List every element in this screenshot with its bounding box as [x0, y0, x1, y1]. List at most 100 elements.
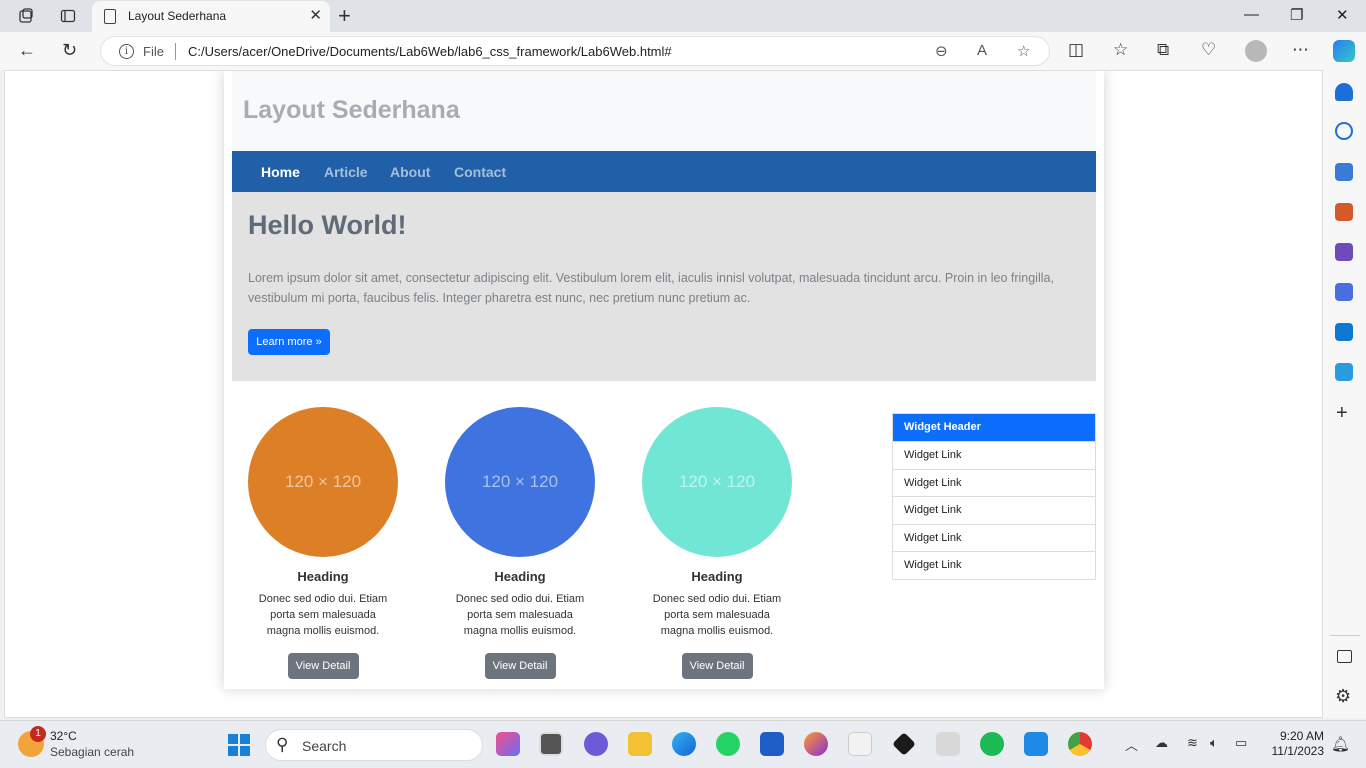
games-icon[interactable] — [1335, 243, 1353, 261]
back-icon[interactable]: ← — [18, 40, 36, 61]
edge-icon[interactable] — [672, 732, 696, 756]
chat-icon[interactable] — [584, 732, 608, 756]
start-windows-icon[interactable] — [228, 734, 250, 756]
card-heading: Heading — [297, 569, 349, 584]
card-text: Donec sed odio dui. Etiam porta sem male… — [652, 593, 782, 637]
collections-icon[interactable]: ⧉ — [1157, 40, 1169, 60]
shopping-icon[interactable] — [1335, 163, 1353, 181]
placeholder-image: 120 × 120 — [248, 407, 398, 557]
add-icon[interactable]: + — [1336, 402, 1348, 425]
copilot-taskbar-icon[interactable] — [496, 732, 520, 756]
minimize-icon[interactable]: — — [1244, 6, 1259, 23]
info-icon[interactable]: i — [119, 44, 134, 59]
scheme-label: File — [143, 44, 164, 59]
browser-sidebar: + ⚙ — [1323, 70, 1366, 718]
profile-avatar[interactable] — [1245, 40, 1267, 62]
vscode-icon[interactable] — [1024, 732, 1048, 756]
onedrive-icon[interactable]: ☁ — [1155, 735, 1168, 751]
file-explorer-icon[interactable] — [628, 732, 652, 756]
widget-link[interactable]: Widget Link — [893, 551, 1095, 579]
workspaces-icon[interactable] — [16, 6, 36, 26]
settings-gear-icon[interactable]: ⚙ — [1335, 686, 1351, 707]
learn-more-button[interactable]: Learn more » — [248, 329, 330, 355]
favorites-icon[interactable]: ☆ — [1113, 40, 1128, 60]
search-icon[interactable] — [1335, 122, 1353, 140]
amazon-icon[interactable] — [848, 732, 872, 756]
weather-badge: 1 — [30, 726, 46, 742]
restore-icon[interactable]: ❐ — [1290, 6, 1303, 24]
site-header: Layout Sederhana — [232, 71, 1096, 151]
placeholder-image: 120 × 120 — [445, 407, 595, 557]
main-navbar: Home Article About Contact — [232, 151, 1096, 192]
volume-icon[interactable]: 🔈︎ — [1210, 735, 1218, 751]
browser-tab[interactable]: Layout Sederhana ✕ — [92, 1, 330, 32]
clock[interactable]: 9:20 AM 11/1/2023 — [1268, 729, 1325, 759]
page-container: Layout Sederhana Home Article About Cont… — [224, 71, 1104, 689]
view-detail-button[interactable]: View Detail — [287, 653, 359, 679]
card-text: Donec sed odio dui. Etiam porta sem male… — [455, 593, 585, 637]
address-bar[interactable]: i File C:/Users/acer/OneDrive/Documents/… — [100, 36, 1050, 66]
placeholder-label: 120 × 120 — [678, 472, 756, 491]
tab-title: Layout Sederhana — [128, 9, 227, 23]
app-icon[interactable] — [936, 732, 960, 756]
microsoft365-icon[interactable] — [1335, 283, 1353, 301]
nav-about[interactable]: About — [390, 164, 430, 180]
clock-date: 11/1/2023 — [1271, 744, 1325, 758]
search-icon: ⚲ — [276, 735, 289, 754]
widget-link[interactable]: Widget Link — [893, 523, 1095, 552]
drop-icon[interactable] — [1335, 363, 1353, 381]
divider — [1330, 635, 1360, 636]
whatsapp-icon[interactable] — [716, 732, 740, 756]
view-detail-button[interactable]: View Detail — [484, 653, 556, 679]
more-icon[interactable]: ⋯ — [1292, 40, 1309, 60]
close-tab-icon[interactable]: ✕ — [309, 6, 322, 24]
dropbox-icon[interactable] — [892, 732, 916, 756]
store-icon[interactable] — [760, 732, 784, 756]
spotify-icon[interactable] — [980, 732, 1004, 756]
zoom-out-icon[interactable]: ⊖ — [935, 42, 948, 60]
task-view-icon[interactable] — [539, 732, 563, 756]
browser-essentials-icon[interactable]: ♡ — [1201, 40, 1216, 60]
widget-link[interactable]: Widget Link — [893, 441, 1095, 469]
favorite-star-icon[interactable]: ☆ — [1017, 42, 1030, 60]
site-title: Layout Sederhana — [243, 96, 460, 124]
chevron-up-icon[interactable]: ︿ — [1125, 735, 1138, 754]
nav-home[interactable]: Home — [261, 164, 300, 180]
chrome-icon[interactable] — [1068, 732, 1092, 756]
outlook-icon[interactable] — [1335, 323, 1353, 341]
sidebar-widget: Widget Header Widget Link Widget Link Wi… — [892, 413, 1096, 580]
view-detail-button[interactable]: View Detail — [681, 653, 753, 679]
read-aloud-icon[interactable]: A — [977, 42, 987, 59]
refresh-icon[interactable]: ↻ — [62, 40, 77, 61]
close-window-icon[interactable]: ✕ — [1336, 6, 1349, 24]
feature-card: 120 × 120 Heading Donec sed odio dui. Et… — [642, 407, 792, 679]
weather-temperature[interactable]: 32°C — [50, 729, 77, 743]
placeholder-label: 120 × 120 — [284, 472, 362, 491]
tools-icon[interactable] — [1335, 203, 1353, 221]
weather-description[interactable]: Sebagian cerah — [50, 745, 134, 759]
tab-actions-icon[interactable] — [58, 6, 78, 26]
split-screen-icon[interactable]: ◫ — [1068, 40, 1084, 60]
url-text[interactable]: C:/Users/acer/OneDrive/Documents/Lab6Web… — [188, 44, 672, 59]
hide-sidebar-icon[interactable] — [1337, 650, 1352, 663]
copilot-icon[interactable] — [1333, 40, 1355, 62]
battery-icon[interactable]: ▭ — [1235, 735, 1247, 751]
widget-link[interactable]: Widget Link — [893, 496, 1095, 524]
search-label: Search — [302, 738, 347, 754]
firefox-icon[interactable] — [804, 732, 828, 756]
taskbar-search[interactable]: ⚲ Search — [265, 729, 483, 761]
hero-text: Lorem ipsum dolor sit amet, consectetur … — [248, 271, 1054, 305]
nav-article[interactable]: Article — [324, 164, 368, 180]
placeholder-label: 120 × 120 — [481, 472, 559, 491]
widget-link[interactable]: Widget Link — [893, 468, 1095, 497]
wifi-icon[interactable]: ≋ — [1187, 735, 1198, 751]
document-icon — [104, 9, 116, 24]
notifications-icon[interactable] — [1335, 83, 1353, 101]
clock-time: 9:20 AM — [1279, 729, 1324, 743]
notification-bell-icon[interactable]: 🔔︎ — [1331, 735, 1350, 753]
new-tab-icon[interactable]: + — [338, 3, 351, 29]
hero-heading: Hello World! — [248, 210, 407, 240]
nav-contact[interactable]: Contact — [454, 164, 506, 180]
widget-header: Widget Header — [893, 414, 1095, 441]
feature-card: 120 × 120 Heading Donec sed odio dui. Et… — [248, 407, 398, 679]
